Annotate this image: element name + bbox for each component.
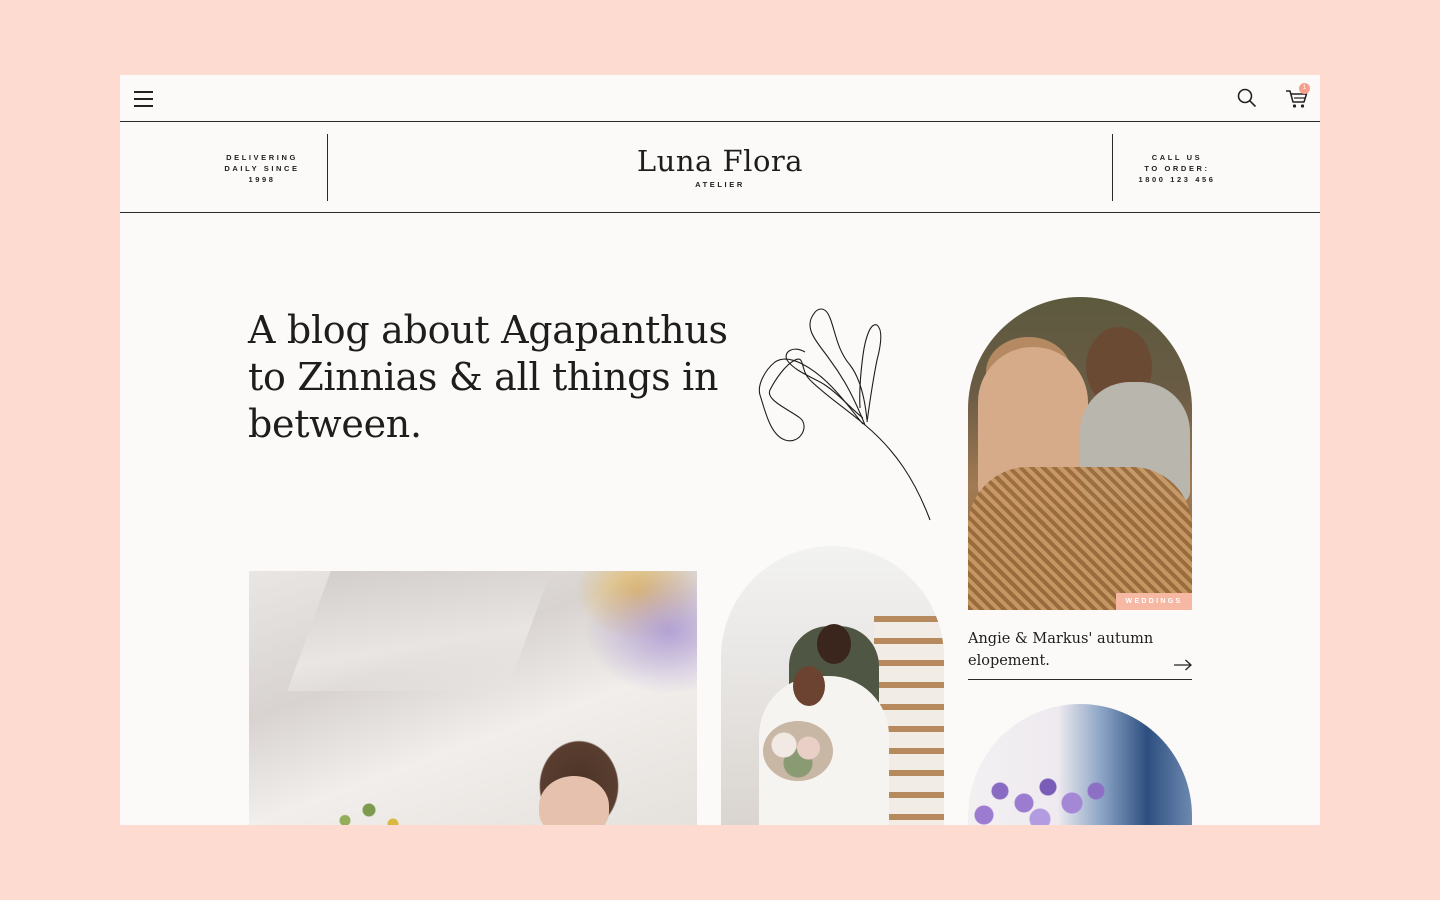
post-photo-woman-flowers[interactable]	[249, 571, 697, 825]
brand-logo[interactable]: Luna Flora	[520, 144, 920, 178]
photo-detail	[968, 759, 1128, 825]
post-title[interactable]: Angie & Markus' autumn elopement.	[968, 628, 1168, 672]
post-photo-wedding-couple-stairs[interactable]	[721, 546, 944, 825]
post-photo-autumn-elopement[interactable]	[968, 297, 1192, 610]
tagline-line: 1998	[248, 175, 276, 184]
phone-tagline[interactable]: CALL US TO ORDER: 1800 123 456	[1127, 152, 1227, 185]
divider	[327, 134, 328, 201]
hero-title: A blog about Agapanthus to Zinnias & all…	[248, 308, 728, 446]
divider	[1112, 134, 1113, 201]
brand-logo-sub: ATELIER	[695, 180, 745, 189]
photo-detail	[329, 761, 409, 825]
arrow-right-icon[interactable]	[1173, 658, 1193, 672]
photo-detail	[817, 624, 851, 664]
search-icon[interactable]	[1236, 87, 1258, 109]
tagline-line: TO ORDER:	[1144, 164, 1210, 173]
flower-line-drawing	[758, 308, 931, 521]
photo-detail	[793, 666, 825, 706]
page-frame: 1 DELIVERING DAILY SINCE 1998 Luna Flora…	[120, 75, 1320, 825]
menu-icon[interactable]	[134, 88, 154, 108]
photo-detail	[287, 571, 551, 691]
category-tag[interactable]: WEDDINGS	[1116, 593, 1192, 610]
post-underline	[968, 679, 1192, 680]
photo-detail	[968, 467, 1192, 610]
phone-number: 1800 123 456	[1138, 175, 1216, 184]
post-photo-lilac-flowers[interactable]	[968, 704, 1192, 825]
brand-header: DELIVERING DAILY SINCE 1998 Luna Flora A…	[120, 122, 1320, 213]
cart-count-badge: 1	[1299, 83, 1310, 94]
tagline-line: CALL US	[1151, 153, 1203, 162]
tagline-line: DELIVERING	[226, 153, 298, 162]
tagline-line: DAILY SINCE	[224, 164, 300, 173]
delivery-tagline: DELIVERING DAILY SINCE 1998	[212, 152, 312, 185]
photo-detail	[763, 721, 833, 781]
photo-detail	[539, 776, 609, 825]
top-nav-bar: 1	[120, 75, 1320, 122]
